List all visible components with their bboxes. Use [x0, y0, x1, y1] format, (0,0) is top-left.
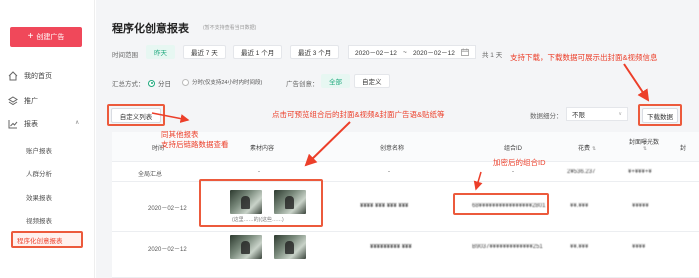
main-content: 程序化创意报表 (暂不支持查看当日数据) 时间范围 昨天 最近 7 天 最近 1… [96, 0, 699, 278]
annotation-arrows [151, 63, 650, 191]
chevron-up-icon[interactable]: ∧ [75, 119, 79, 126]
sidebar-sub-account-report[interactable]: 账户报表 [26, 145, 52, 155]
sidebar-item-home[interactable]: 我的首页 [8, 71, 52, 81]
sidebar-sub-audience[interactable]: 人群分析 [26, 168, 52, 178]
arrow-preview [304, 121, 351, 167]
plus-icon: + [27, 31, 34, 42]
sidebar-item-label: 推广 [24, 98, 38, 105]
chart-icon [8, 120, 18, 129]
sidebar-sub-effect-report[interactable]: 效果报表 [26, 192, 52, 202]
arrow-download [623, 63, 650, 102]
sidebar-item-promote[interactable]: 推广 [8, 96, 38, 106]
sidebar-sub-video-report[interactable]: 视频报表 [26, 215, 52, 225]
sidebar-item-label: 报表 [24, 121, 38, 128]
sidebar: + 创建广告 我的首页 推广 报表 ∧ 账户报表 人群分析 效果报表 视频报表 … [0, 0, 95, 278]
layers-icon [8, 96, 18, 106]
sidebar-item-report[interactable]: 报表 [8, 119, 38, 129]
arrow-combo-id [473, 171, 483, 191]
create-ad-label: 创建广告 [36, 34, 65, 41]
arrow-custom [151, 112, 190, 123]
sidebar-item-label: 我的首页 [24, 73, 52, 80]
create-ad-button[interactable]: + 创建广告 [10, 27, 82, 47]
sidebar-sub-creative-report[interactable]: 程序化创意报表 [11, 231, 83, 248]
home-icon [8, 71, 18, 81]
